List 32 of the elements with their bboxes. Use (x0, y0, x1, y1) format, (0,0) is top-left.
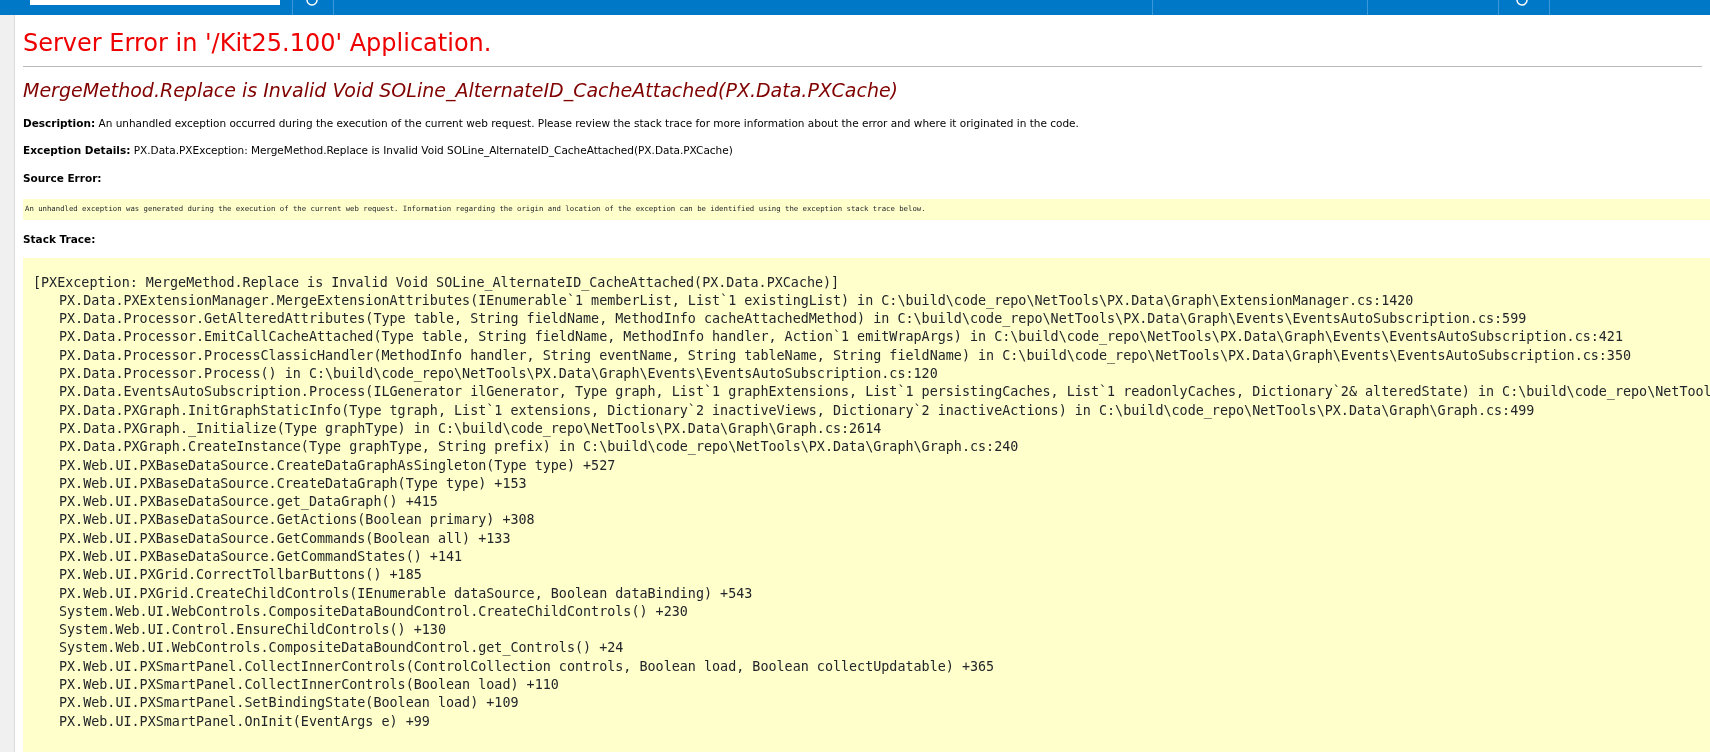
stack-frame-line: PX.Data.PXGraph.CreateInstance(Type graphType, String prefix) in C:\build\code_repo\NetTools\PX.Data\Graph\Graph.cs:240 (58, 438, 1020, 457)
section-label: Source Error: (23, 171, 103, 187)
section-label: Stack Trace: (23, 231, 97, 247)
stack-frame-line: System.Web.UI.WebControls.CompositeDataBoundControl.CreateChildControls() +230 (58, 602, 689, 621)
stack-frame-line: PX.Web.UI.PXSmartPanel.CollectInnerControls(ControlCollection controls, Boolean load, Boolean collectUpdatable) +365 (58, 657, 996, 676)
stack-frame-line: PX.Data.PXGraph._Initialize(Type graphType) in C:\build\code_repo\NetTools\PX.Data\Graph\Graph.cs:2614 (58, 419, 883, 439)
error-title: Server Error in '/Kit25.100' Application. (23, 29, 493, 58)
exception-message: MergeMethod.Replace is Invalid Void SOLine_AlternateID_CacheAttached(PX.Data.PXCache) (23, 78, 900, 102)
stack-frame-line: PX.Web.UI.PXBaseDataSource.GetActions(Boolean primary) +308 (58, 511, 536, 530)
stack-frame-line: PX.Data.Processor.ProcessClassicHandler(MethodInfo handler, String eventName, String tableName, String fieldName) in C:\build\code_repo\NetTools\PX.Data\Graph\Events\EventsAutoSubscription.cs:350 (58, 346, 1633, 365)
stack-frame-line: PX.Web.UI.PXSmartPanel.CollectInnerControls(Boolean load) +110 (58, 676, 560, 695)
field-description: Description: An unhandled exception occurred during the execution of the current web request. Please review the stack trace for more information about the error and where it originated in the code. (23, 115, 1080, 131)
field-description: Exception Details: PX.Data.PXException: MergeMethod.Replace is Invalid Void SOLine_AlternateID_CacheAttached(PX.Data.PXCache) (23, 143, 734, 159)
stack-frame-line: PX.Data.Processor.EmitCallCacheAttached(Type table, String fieldName, MethodInfo handler, Action`1 emitWrapArgs) in C:\build\code_repo\NetTools\PX.Data\Graph\Events\EventsAutoSubscription.cs:421 (58, 328, 1624, 347)
stack-frame-line: System.Web.UI.WebControls.CompositeDataBoundControl.get_Controls() +24 (58, 639, 625, 658)
stack-frame-line: PX.Data.Processor.GetAlteredAttributes(Type table, String fieldName, MethodInfo cacheAttachedMethod) in C:\build\code_repo\NetTools\PX.Data\Graph\Events\EventsAutoSubscription.cs:599 (58, 310, 1528, 329)
stack-frame-line: PX.Web.UI.PXBaseDataSource.GetCommands(Boolean all) +133 (58, 529, 512, 548)
stack-frame-line: PX.Web.UI.PXBaseDataSource.CreateDataGraphAsSingleton(Type type) +527 (58, 456, 617, 475)
stack-frame-line: PX.Web.UI.PXBaseDataSource.get_DataGraph() +415 (58, 493, 439, 512)
stack-frame-line: PX.Data.EventsAutoSubscription.Process(ILGenerator ilGenerator, Type graph, List`1 graphExtensions, List`1 persistingCaches, List`1 readonlyCaches, Dictionary`2& alteredState) in C:\build\code_repo\NetTool (58, 383, 1710, 402)
stack-frame-line: PX.Web.UI.PXSmartPanel.SetBindingState(Boolean load) +109 (58, 694, 520, 713)
exception-header-line: [PXException: MergeMethod.Replace is Invalid Void SOLine_AlternateID_CacheAttached(PX.Data.PXCache)] (33, 273, 841, 292)
stack-frame-line: PX.Data.Processor.Process() in C:\build\code_repo\NetTools\PX.Data\Graph\Events\EventsAutoSubscription.cs:120 (58, 365, 939, 384)
stack-frame-line: PX.Data.PXGraph.InitGraphStaticInfo(Type tgraph, List`1 extensions, Dictionary`2 inactiveViews, Dictionary`2 inactiveActions) in C:\build\code_repo\NetTools\PX.Data\Graph\Graph.cs:499 (58, 401, 1536, 420)
stack-frame-line: PX.Data.PXExtensionManager.MergeExtensionAttributes(IEnumerable`1 memberList, List`1 existingList) in C:\build\code_repo\NetTools\PX.Data\Graph\ExtensionManager.cs:1420 (58, 291, 1415, 311)
search-field[interactable] (30, 0, 280, 5)
stack-frame-line: PX.Web.UI.PXGrid.CreateChildControls(IEnumerable dataSource, Boolean dataBinding) +543 (58, 584, 754, 603)
stack-frame-line: System.Web.UI.Control.EnsureChildControls() +130 (58, 621, 447, 640)
stack-frame-line: PX.Web.UI.PXBaseDataSource.GetCommandStates() +141 (58, 548, 464, 566)
stack-frame-line: PX.Web.UI.PXSmartPanel.OnInit(EventArgs e) +99 (58, 712, 431, 731)
stack-frame-line: PX.Web.UI.PXGrid.CorrectTollbarButtons() +185 (58, 566, 423, 585)
stack-frame-line: PX.Web.UI.PXBaseDataSource.CreateDataGraph(Type type) +153 (58, 474, 528, 493)
